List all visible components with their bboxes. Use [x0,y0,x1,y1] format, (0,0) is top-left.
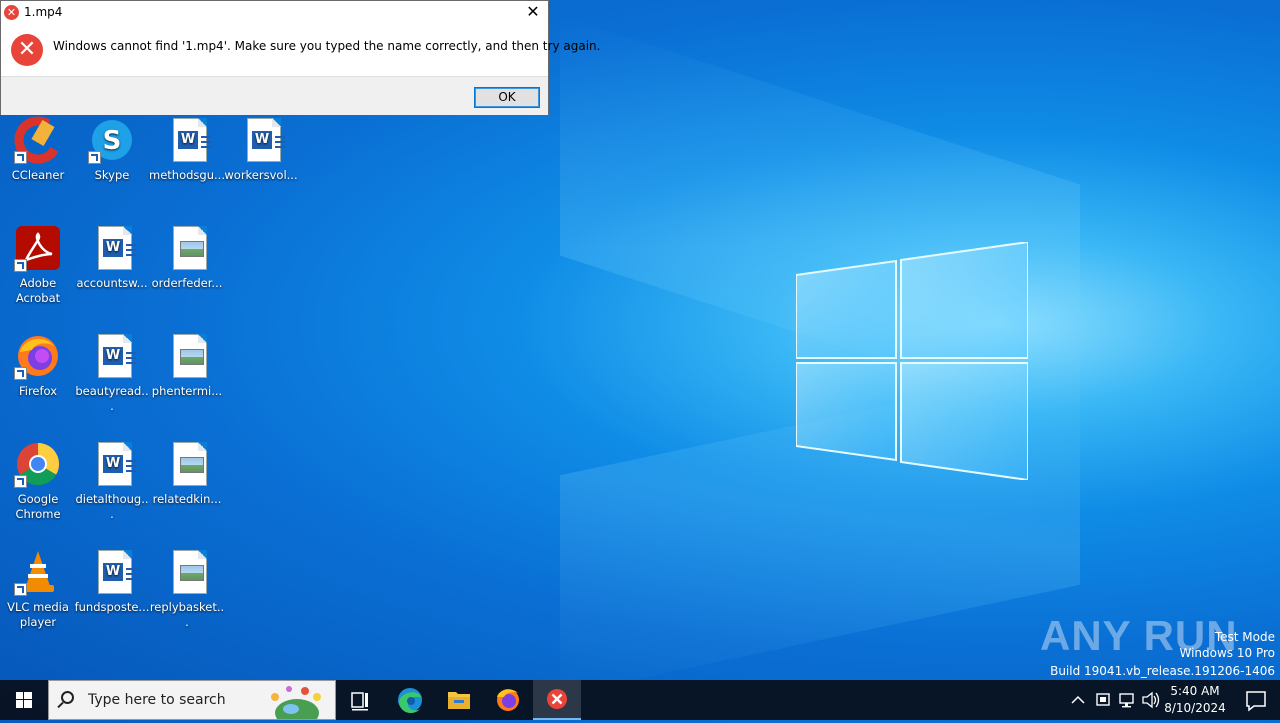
desktop-icon-google-chrome[interactable]: Google Chrome [0,440,76,522]
desktop-icon-accountsw[interactable]: W accountsw... [74,224,150,291]
desktop-icon-label: Google Chrome [15,492,61,521]
desktop-icon-vlc[interactable]: VLC media player [0,548,76,630]
desktop-icon-beautyread[interactable]: W beautyread... [74,332,150,414]
desktop-icon-label: methodsgu... [149,168,225,182]
taskbar-error-dialog[interactable] [533,680,581,720]
desktop-icon-label: VLC media player [7,600,69,629]
desktop-icon-label: Skype [94,168,130,182]
network-icon [1119,693,1134,708]
start-button[interactable] [0,680,48,720]
desktop-icon-label: Adobe Acrobat [15,276,61,305]
desktop-icon-label: accountsw... [76,276,148,290]
svg-text:S: S [103,126,122,156]
desktop-icon-methodsgu[interactable]: W methodsgu... [149,116,225,183]
volume-icon [1142,691,1160,709]
test-mode-label: Test Mode [1214,630,1275,644]
windows-start-icon [16,692,32,708]
word-doc-icon: W [98,334,136,378]
chevron-up-icon [1071,695,1085,704]
desktop-icon-dietalthoug[interactable]: W dietalthoug... [74,440,150,522]
desktop-icon-label: workersvol... [224,168,298,182]
desktop-icon-relatedkin[interactable]: relatedkin... [149,440,225,507]
desktop-icon-skype[interactable]: S Skype [74,116,150,183]
file-explorer-icon [448,692,470,709]
desktop-icon-label: Firefox [18,384,58,398]
dialog-body: ✕ Windows cannot find '1.mp4'. Make sure… [1,25,600,76]
tray-volume-button[interactable] [1140,680,1162,720]
taskbar-edge[interactable] [386,680,434,720]
tray-device-icon-button[interactable] [1092,680,1114,720]
clock-date: 8/10/2024 [1164,701,1226,715]
desktop-icon-label: CCleaner [11,168,65,182]
word-doc-icon: W [247,118,285,162]
edge-icon [398,688,422,714]
action-center-button[interactable] [1232,680,1280,720]
windows-edition-label: Windows 10 Pro [1179,646,1275,660]
task-view-icon [351,692,368,711]
taskbar-firefox[interactable] [484,680,532,720]
desktop-icon-phentermi[interactable]: phentermi... [149,332,225,399]
firefox-icon [497,689,519,711]
search-icon [61,691,74,704]
desktop-icon-workersvol[interactable]: W workersvol... [223,116,299,183]
desktop-icon-orderfeder[interactable]: orderfeder... [149,224,225,291]
dialog-titlebar[interactable]: ✕ 1.mp4 ✕ [1,1,548,25]
search-placeholder: Type here to search [88,692,226,708]
dialog-title: 1.mp4 [24,5,63,19]
error-icon: ✕ [4,5,19,20]
taskbar: Type here to search 5:40 AM 8/10/2024 [0,680,1280,720]
desktop-icon-label: fundsposte... [74,600,150,614]
tray-network-button[interactable] [1116,680,1138,720]
device-icon [1096,693,1110,706]
desktop-icon-label: phentermi... [151,384,223,398]
ok-button[interactable]: OK [474,87,540,108]
task-view-button[interactable] [336,680,384,720]
windows-logo-wallpaper [796,242,1028,480]
desktop-icon-adobe-acrobat[interactable]: Adobe Acrobat [0,224,76,306]
error-app-icon [547,689,567,709]
dialog-message: Windows cannot find '1.mp4'. Make sure y… [53,39,601,53]
clock-time: 5:40 AM [1170,684,1220,698]
close-button[interactable]: ✕ [518,1,548,25]
notification-icon [1246,691,1266,712]
desktop-icon-label: orderfeder... [151,276,223,290]
image-file-icon [173,226,207,270]
desktop-icon-label: replybasket... [149,600,225,629]
search-highlight-icon [271,686,321,719]
taskbar-file-explorer[interactable] [435,680,483,720]
error-dialog: ✕ 1.mp4 ✕ ✕ Windows cannot find '1.mp4'.… [0,0,600,115]
desktop-icon-firefox[interactable]: Firefox [0,332,76,399]
error-icon: ✕ [11,34,43,66]
desktop-icon-label: beautyread... [75,384,149,413]
image-file-icon [173,550,207,594]
word-doc-icon: W [98,226,136,270]
desktop-icon-fundsposte[interactable]: W fundsposte... [74,548,150,615]
build-label: Build 19041.vb_release.191206-1406 [1050,664,1275,678]
desktop-icon-label: dietalthoug... [75,492,149,521]
search-box[interactable]: Type here to search [48,680,336,720]
desktop-icon-ccleaner[interactable]: CCleaner [0,116,76,183]
dialog-footer: OK [1,76,548,115]
word-doc-icon: W [173,118,211,162]
desktop-icon-replybasket[interactable]: replybasket... [149,548,225,630]
image-file-icon [173,334,207,378]
show-hidden-icons[interactable] [1068,680,1088,720]
image-file-icon [173,442,207,486]
word-doc-icon: W [98,550,136,594]
word-doc-icon: W [98,442,136,486]
taskbar-clock[interactable]: 5:40 AM 8/10/2024 [1160,683,1230,717]
desktop-icon-label: relatedkin... [152,492,222,506]
